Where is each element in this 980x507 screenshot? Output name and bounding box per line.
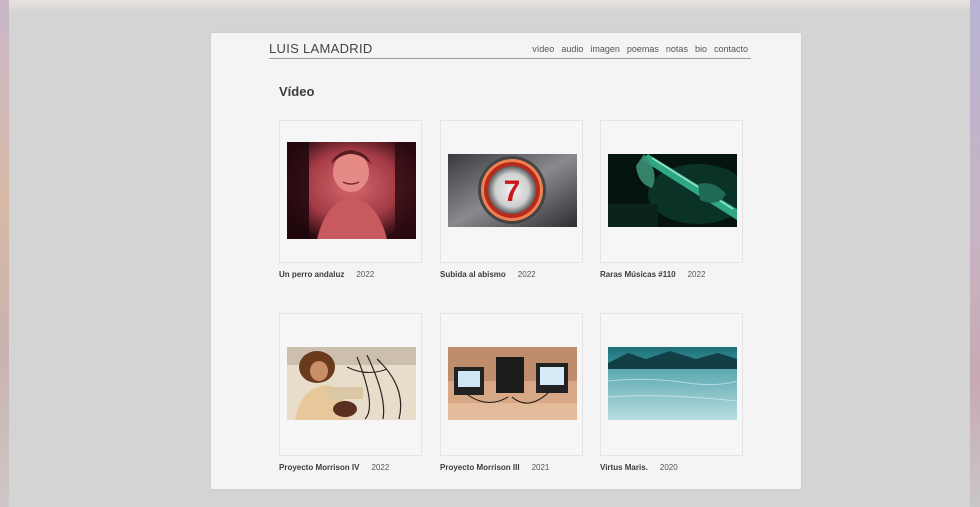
video-card-proyecto-morrison-iv[interactable]: [279, 313, 422, 456]
video-year: 2022: [371, 463, 390, 472]
nav-item-imagen[interactable]: imagen: [590, 44, 620, 54]
nav-item-audio[interactable]: audio: [561, 44, 583, 54]
elevator-number: 7: [504, 175, 521, 208]
video-title[interactable]: Proyecto Morrison IV: [279, 463, 359, 472]
video-card-virtus-maris[interactable]: [600, 313, 743, 456]
video-year: 2021: [531, 463, 550, 472]
video-caption: Virtus Maris. 2020: [600, 463, 678, 472]
video-caption: Un perro andaluz 2022: [279, 270, 374, 279]
elevator-button-7-thumbnail[interactable]: 7: [448, 154, 577, 227]
video-year: 2022: [687, 270, 706, 279]
woman-portrait-red-thumbnail[interactable]: [287, 142, 416, 239]
lake-landscape-thumbnail[interactable]: [608, 347, 737, 420]
video-year: 2020: [659, 463, 678, 472]
main-nav: vídeo audio imagen poemas notas bio cont…: [532, 44, 748, 54]
video-caption: Proyecto Morrison IV 2022: [279, 463, 389, 472]
performer-cables-thumbnail[interactable]: [287, 347, 416, 420]
nav-item-video[interactable]: vídeo: [532, 44, 554, 54]
video-card-un-perro-andaluz[interactable]: [279, 120, 422, 263]
video-caption: Proyecto Morrison III 2021: [440, 463, 549, 472]
background-edge-left: [0, 0, 9, 507]
site-page: LUIS LAMADRID vídeo audio imagen poemas …: [211, 33, 801, 489]
video-card-proyecto-morrison-iii[interactable]: [440, 313, 583, 456]
video-title[interactable]: Subida al abismo: [440, 270, 506, 279]
guitar-green-thumbnail[interactable]: [608, 154, 737, 227]
video-caption: Raras Músicas #110 2022: [600, 270, 705, 279]
site-title[interactable]: LUIS LAMADRID: [269, 41, 373, 56]
nav-item-contacto[interactable]: contacto: [714, 44, 748, 54]
video-title[interactable]: Un perro andaluz: [279, 270, 344, 279]
video-caption: Subida al abismo 2022: [440, 270, 536, 279]
header-divider: [269, 58, 751, 59]
video-year: 2022: [517, 270, 536, 279]
video-title[interactable]: Raras Músicas #110: [600, 270, 676, 279]
page-title: Vídeo: [279, 84, 315, 99]
video-title[interactable]: Proyecto Morrison III: [440, 463, 520, 472]
crt-monitors-thumbnail[interactable]: [448, 347, 577, 420]
video-card-subida-al-abismo[interactable]: 7: [440, 120, 583, 263]
nav-item-bio[interactable]: bio: [695, 44, 707, 54]
video-card-raras-musicas-110[interactable]: [600, 120, 743, 263]
video-year: 2022: [356, 270, 375, 279]
video-title[interactable]: Virtus Maris.: [600, 463, 648, 472]
background-edge-right: [970, 0, 980, 507]
nav-item-poemas[interactable]: poemas: [627, 44, 659, 54]
nav-item-notas[interactable]: notas: [666, 44, 688, 54]
